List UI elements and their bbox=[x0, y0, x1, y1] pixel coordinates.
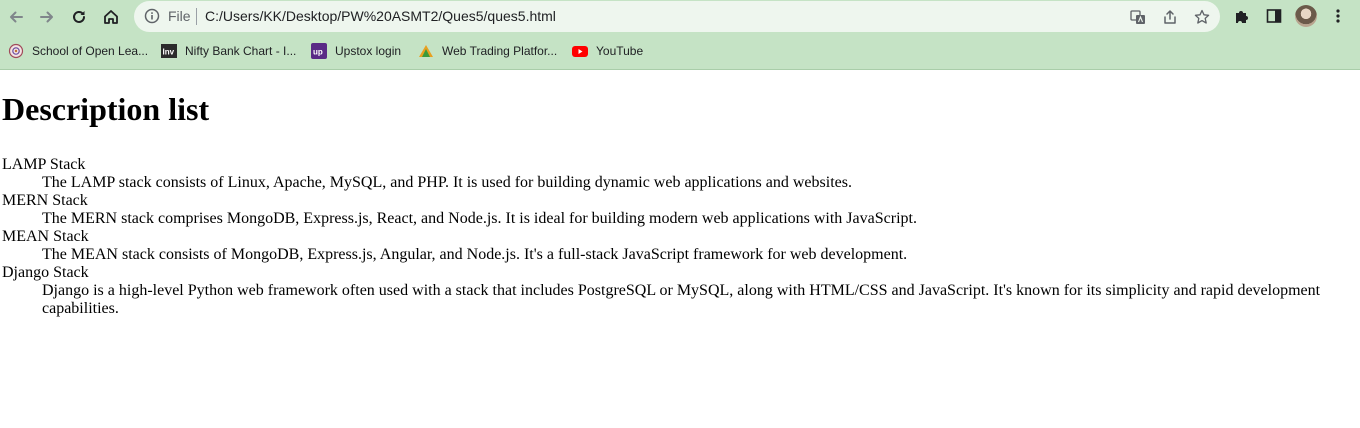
page-content: Description list LAMP Stack The LAMP sta… bbox=[2, 70, 1352, 318]
bookmark-label: Upstox login bbox=[335, 44, 402, 58]
bookmark-label: School of Open Lea... bbox=[32, 44, 149, 58]
description-mern-stack: The MERN stack comprises MongoDB, Expres… bbox=[42, 210, 917, 227]
bookmark-label: Nifty Bank Chart - I... bbox=[185, 44, 297, 58]
translate-button[interactable] bbox=[1128, 7, 1148, 27]
extensions-button[interactable] bbox=[1230, 4, 1254, 28]
bookmark-youtube[interactable]: YouTube bbox=[572, 41, 643, 61]
term-mern-stack: MERN Stack bbox=[2, 192, 88, 209]
description-django-stack: Django is a high-level Python web framew… bbox=[42, 282, 1321, 317]
trading-logo-icon bbox=[418, 43, 434, 59]
bookmark-star-button[interactable] bbox=[1192, 7, 1212, 27]
home-button[interactable] bbox=[98, 4, 124, 30]
school-logo-icon bbox=[8, 43, 24, 59]
home-icon bbox=[104, 10, 118, 24]
translate-icon bbox=[1130, 10, 1145, 24]
star-icon bbox=[1194, 9, 1210, 24]
page-heading: Description list bbox=[2, 91, 210, 127]
bookmark-label: YouTube bbox=[596, 44, 644, 58]
arrow-right-icon bbox=[40, 11, 53, 23]
share-icon bbox=[1164, 10, 1176, 24]
bookmark-web-trading-platform[interactable]: Web Trading Platfor... bbox=[418, 41, 557, 61]
description-lamp-stack: The LAMP stack consists of Linux, Apache… bbox=[42, 174, 852, 191]
browser-chrome: File C:/Users/KK/Desktop/PW%20ASMT2/Ques… bbox=[0, 0, 1360, 70]
url-text[interactable]: C:/Users/KK/Desktop/PW%20ASMT2/Ques5/que… bbox=[205, 8, 556, 24]
side-panel-icon bbox=[1266, 9, 1282, 23]
back-button[interactable] bbox=[3, 4, 29, 30]
bookmark-nifty-bank-chart[interactable]: Inv Nifty Bank Chart - I... bbox=[161, 41, 296, 61]
reload-icon bbox=[73, 10, 85, 23]
description-list: LAMP Stack The LAMP stack consists of Li… bbox=[2, 156, 1352, 318]
term-mean-stack: MEAN Stack bbox=[2, 228, 89, 245]
upstox-logo-icon: up bbox=[311, 43, 327, 59]
svg-text:Inv: Inv bbox=[163, 48, 175, 57]
term-lamp-stack: LAMP Stack bbox=[2, 156, 86, 173]
arrow-left-icon bbox=[10, 11, 23, 23]
url-separator bbox=[196, 8, 197, 25]
bookmark-school-of-open-learning[interactable]: School of Open Lea... bbox=[8, 41, 148, 61]
investing-logo-icon: Inv bbox=[161, 43, 177, 59]
profile-avatar[interactable] bbox=[1295, 5, 1317, 27]
bookmark-upstox-login[interactable]: up Upstox login bbox=[311, 41, 401, 61]
side-panel-button[interactable] bbox=[1262, 4, 1286, 28]
puzzle-icon bbox=[1236, 11, 1248, 23]
bookmarks-bar: School of Open Lea... Inv Nifty Bank Cha… bbox=[0, 38, 1360, 64]
share-button[interactable] bbox=[1160, 7, 1180, 27]
bookmark-label: Web Trading Platfor... bbox=[442, 44, 558, 58]
more-vertical-icon bbox=[1336, 9, 1340, 23]
url-scheme-label: File bbox=[168, 8, 191, 24]
reload-button[interactable] bbox=[66, 4, 92, 30]
forward-button[interactable] bbox=[34, 4, 60, 30]
description-mean-stack: The MEAN stack consists of MongoDB, Expr… bbox=[42, 246, 908, 263]
browser-toolbar: File C:/Users/KK/Desktop/PW%20ASMT2/Ques… bbox=[0, 0, 1360, 34]
address-bar[interactable]: File C:/Users/KK/Desktop/PW%20ASMT2/Ques… bbox=[134, 1, 1220, 32]
menu-button[interactable] bbox=[1326, 4, 1350, 28]
youtube-logo-icon bbox=[572, 43, 588, 59]
term-django-stack: Django Stack bbox=[2, 264, 89, 281]
info-icon[interactable] bbox=[144, 8, 160, 24]
svg-text:up: up bbox=[313, 48, 323, 57]
